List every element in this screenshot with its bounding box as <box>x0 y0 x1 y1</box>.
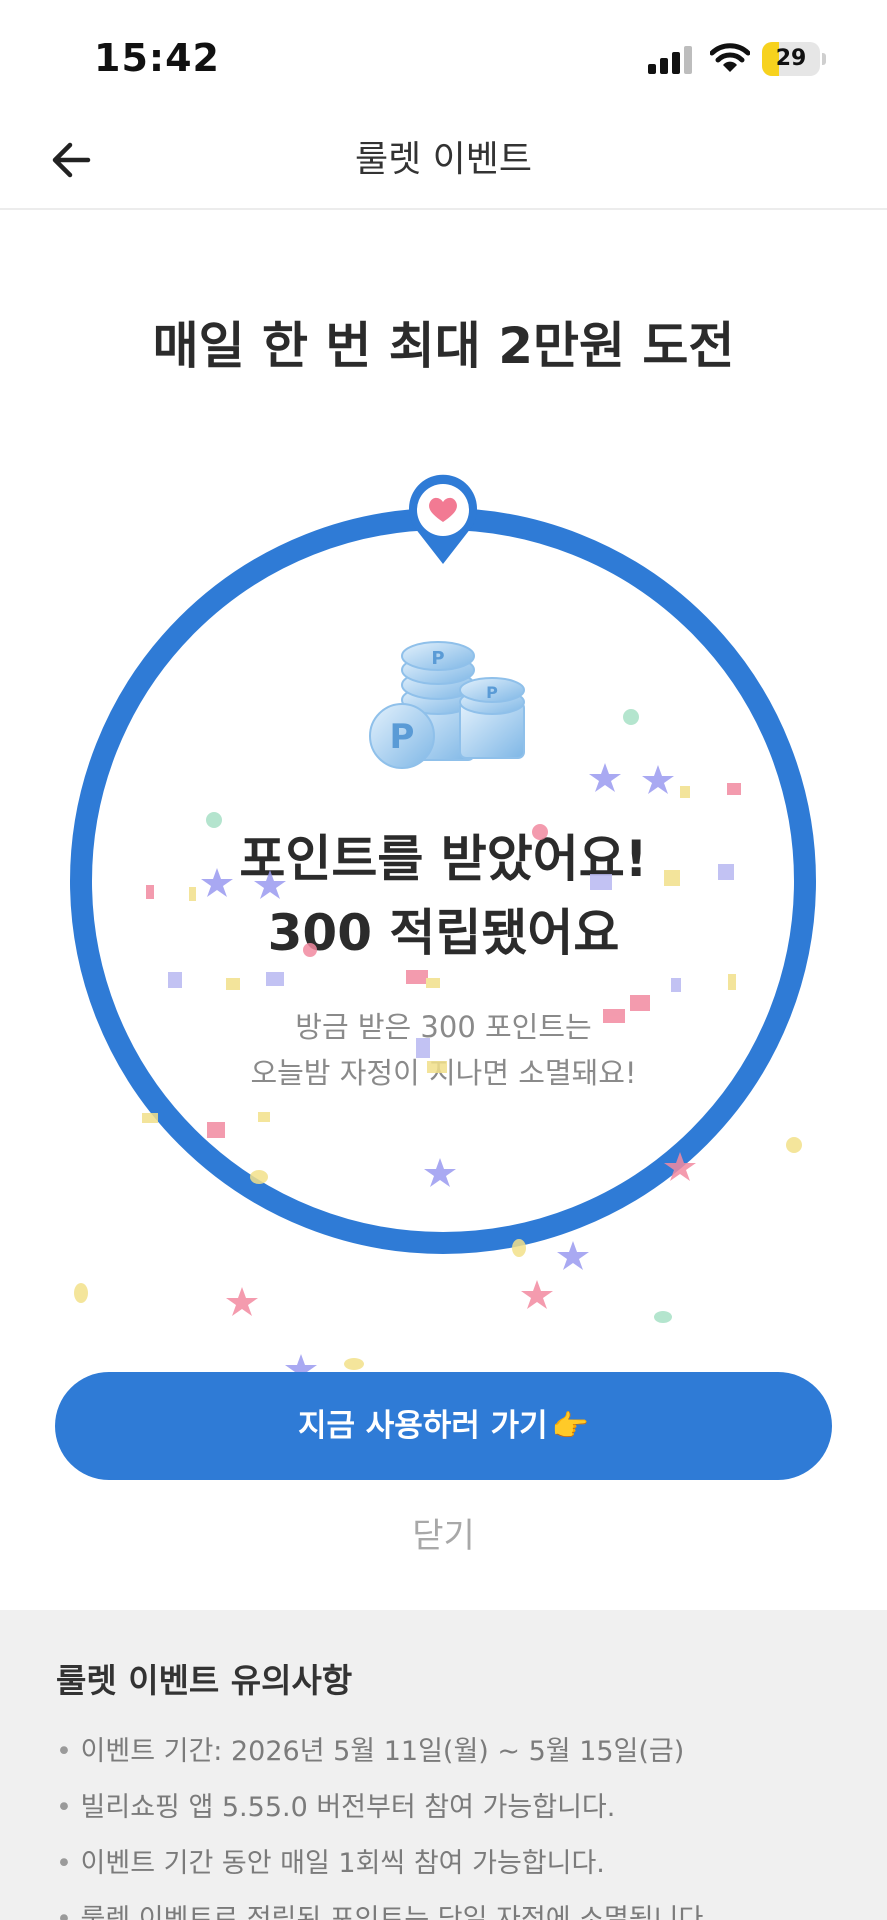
use-now-button-label: 지금 사용하러 가기 <box>297 1408 548 1444</box>
battery-level: 29 <box>775 46 807 71</box>
notice-item: 룰렛 이벤트로 적립된 포인트는 당일 자정에 소멸됩니다. <box>56 1892 856 1920</box>
use-now-button[interactable]: 지금 사용하러 가기 👉 <box>55 1372 832 1480</box>
pointing-hand-icon: 👉 <box>551 1409 590 1444</box>
result-title: 포인트를 받았어요! 300 적립됐어요 <box>0 822 887 970</box>
status-bar: 15:42 29 <box>0 0 887 110</box>
note-line-2: 오늘밤 자정이 지나면 소멸돼요! <box>250 1056 637 1090</box>
status-time: 15:42 <box>94 36 220 80</box>
wifi-icon <box>709 42 751 74</box>
heart-pin-icon <box>409 474 477 564</box>
notice-list: 이벤트 기간: 2026년 5월 11일(월) ~ 5월 15일(금) 빌리쇼핑… <box>56 1724 856 1920</box>
page-title: 룰렛 이벤트 <box>354 139 533 180</box>
svg-text:P: P <box>486 683 498 702</box>
notice-item: 이벤트 기간 동안 매일 1회씩 참여 가능합니다. <box>56 1836 856 1892</box>
svg-text:P: P <box>431 648 444 669</box>
coins-icon: P P P <box>369 641 525 769</box>
result-line-2: 300 적립됐어요 <box>267 904 620 962</box>
app-header: 룰렛 이벤트 <box>0 110 887 210</box>
svg-text:P: P <box>390 717 415 757</box>
close-button[interactable]: 닫기 <box>0 1508 887 1557</box>
notice-section: 룰렛 이벤트 유의사항 이벤트 기간: 2026년 5월 11일(월) ~ 5월… <box>0 1610 887 1920</box>
event-headline: 매일 한 번 최대 2만원 도전 <box>152 317 735 375</box>
battery-icon: 29 <box>762 42 826 76</box>
note-line-1: 방금 받은 300 포인트는 <box>295 1010 592 1044</box>
result-line-1: 포인트를 받았어요! <box>239 830 648 888</box>
signal-icon <box>648 46 692 74</box>
notice-item: 빌리쇼핑 앱 5.55.0 버전부터 참여 가능합니다. <box>56 1780 856 1836</box>
notice-title: 룰렛 이벤트 유의사항 <box>56 1661 353 1700</box>
result-note: 방금 받은 300 포인트는 오늘밤 자정이 지나면 소멸돼요! <box>0 1004 887 1096</box>
notice-item: 이벤트 기간: 2026년 5월 11일(월) ~ 5월 15일(금) <box>56 1724 856 1780</box>
